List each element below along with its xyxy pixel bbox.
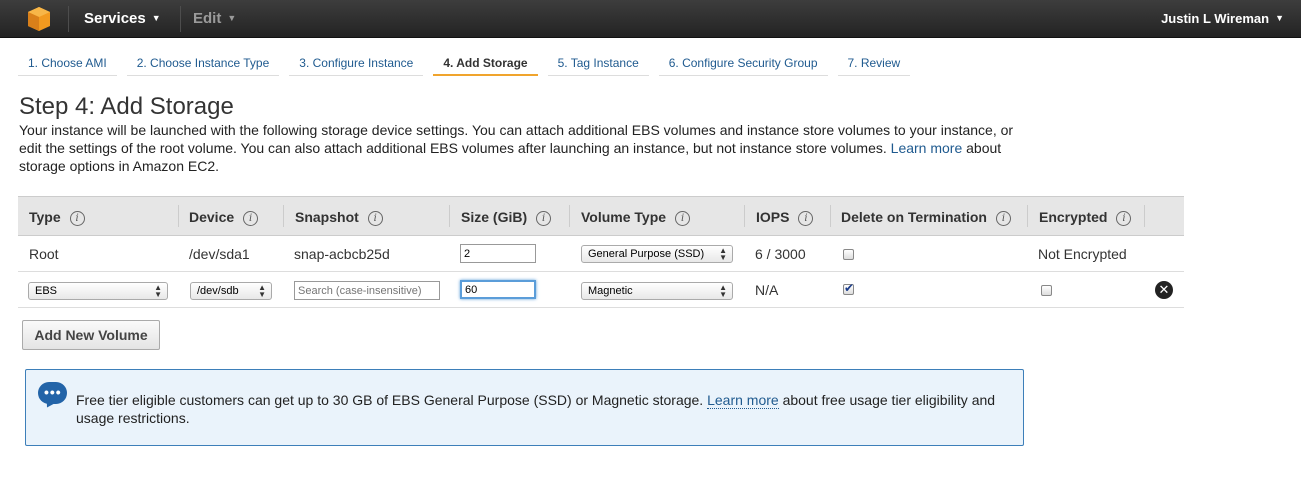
top-nav-bar: Services ▼ Edit ▼ Justin L Wireman ▼ [0,0,1301,38]
learn-more-link[interactable]: Learn more [891,140,963,156]
nav-divider [68,6,69,32]
services-label: Services [84,10,146,27]
volume-type-value: Magnetic [588,285,633,297]
tab-choose-ami[interactable]: 1. Choose AMI [18,52,117,76]
header-iops: IOPS i [756,209,814,226]
header-size: Size (GiB) i [461,209,552,226]
row-type: Root [29,246,59,262]
delete-on-termination-checkbox-ebs[interactable] [843,281,854,295]
edit-label: Edit [193,10,222,27]
tab-choose-instance-type[interactable]: 2. Choose Instance Type [126,52,280,76]
volume-type-category-select[interactable]: EBS ▲ ▼ [28,282,168,300]
volume-type-select-root[interactable]: General Purpose (SSD) ▲ ▼ [581,245,733,263]
header-delete-on-termination: Delete on Termination i [841,209,1011,226]
snapshot-search-input[interactable] [294,281,440,300]
info-text-start: Free tier eligible customers can get up … [76,392,704,408]
table-header: Type i Device i Snapshot i Size (GiB) i Volu… [18,196,1184,236]
info-icon[interactable]: i [675,211,691,226]
column-divider [283,205,284,227]
row-encrypted: Not Encrypted [1038,246,1127,262]
services-menu[interactable]: Services ▼ [84,10,161,27]
tab-add-storage[interactable]: 4. Add Storage [433,52,538,76]
tab-configure-instance[interactable]: 3. Configure Instance [289,52,424,76]
header-delete-label: Delete on Termination [841,209,987,225]
table-row-ebs: EBS ▲▼ /dev/sdb ▲▼ Magnetic ▲▼ N/A ✕ [18,272,1184,308]
header-device-label: Device [189,209,235,225]
chevron-down-icon: ▼ [151,13,161,23]
select-arrows-icon: ▲ ▼ [154,283,162,299]
chevron-down-icon: ▼ [227,13,237,23]
header-type-label: Type [29,209,61,225]
info-icon[interactable]: i [536,211,552,226]
column-divider [744,205,745,227]
info-icon[interactable]: i [243,211,259,226]
volume-type-select-ebs[interactable]: Magnetic ▲ ▼ [581,282,733,300]
add-new-volume-button[interactable]: Add New Volume [22,320,160,350]
page-title: Step 4: Add Storage [19,93,234,120]
description-text: Your instance will be launched with the … [19,122,1014,156]
header-snapshot: Snapshot i [295,209,383,226]
chat-bubble-icon: ••• [38,382,67,404]
column-divider [1027,205,1028,227]
delete-on-termination-checkbox-root[interactable] [843,249,854,260]
header-type: Type i [29,209,85,226]
info-icon[interactable]: i [798,211,814,226]
header-encrypted-label: Encrypted [1039,209,1108,225]
tab-review[interactable]: 7. Review [837,52,911,76]
header-snapshot-label: Snapshot [295,209,359,225]
header-encrypted: Encrypted i [1039,209,1132,226]
remove-volume-icon[interactable]: ✕ [1155,281,1173,299]
storage-table: Type i Device i Snapshot i Size (GiB) i Volu… [18,196,1184,308]
info-text: Free tier eligible customers can get up … [76,391,1016,427]
encrypted-checkbox-ebs[interactable] [1041,285,1052,296]
tab-configure-security-group[interactable]: 6. Configure Security Group [658,52,828,76]
page-description: Your instance will be launched with the … [19,121,1039,175]
info-icon[interactable]: i [367,211,383,226]
header-volume-type-label: Volume Type [581,209,667,225]
row-iops: 6 / 3000 [755,246,806,262]
user-name: Justin L Wireman [1161,11,1270,26]
device-value: /dev/sdb [197,285,239,297]
info-icon[interactable]: i [995,211,1011,226]
header-device: Device i [189,209,259,226]
column-divider [830,205,831,227]
free-tier-info-box: ••• Free tier eligible customers can get… [25,369,1024,446]
column-divider [449,205,450,227]
column-divider [178,205,179,227]
select-arrows-icon: ▲ ▼ [719,246,727,262]
select-arrows-icon: ▲ ▼ [719,283,727,299]
header-iops-label: IOPS [756,209,790,225]
row-snapshot: snap-acbcb25d [294,246,390,262]
header-size-label: Size (GiB) [461,209,528,225]
edit-menu[interactable]: Edit ▼ [193,10,236,27]
size-input-root[interactable] [460,244,536,263]
info-icon[interactable]: i [69,211,85,226]
nav-divider [180,6,181,32]
row-device: /dev/sda1 [189,246,250,262]
chevron-down-icon: ▼ [1275,13,1284,23]
type-value: EBS [35,285,58,297]
aws-logo-icon[interactable] [27,6,51,32]
column-divider [1144,205,1145,227]
info-icon[interactable]: i [1116,211,1132,226]
size-input-ebs[interactable] [460,280,536,299]
device-select[interactable]: /dev/sdb ▲ ▼ [190,282,272,300]
tab-tag-instance[interactable]: 5. Tag Instance [547,52,649,76]
column-divider [569,205,570,227]
volume-type-value: General Purpose (SSD) [588,248,705,260]
header-volume-type: Volume Type i [581,209,691,226]
table-row-root: Root /dev/sda1 snap-acbcb25d General Pur… [18,236,1184,272]
user-menu[interactable]: Justin L Wireman ▼ [1161,11,1284,26]
wizard-steps: 1. Choose AMI 2. Choose Instance Type 3.… [18,52,920,76]
row-iops: N/A [755,282,779,298]
select-arrows-icon: ▲ ▼ [258,283,266,299]
free-tier-learn-more-link[interactable]: Learn more [707,392,779,409]
